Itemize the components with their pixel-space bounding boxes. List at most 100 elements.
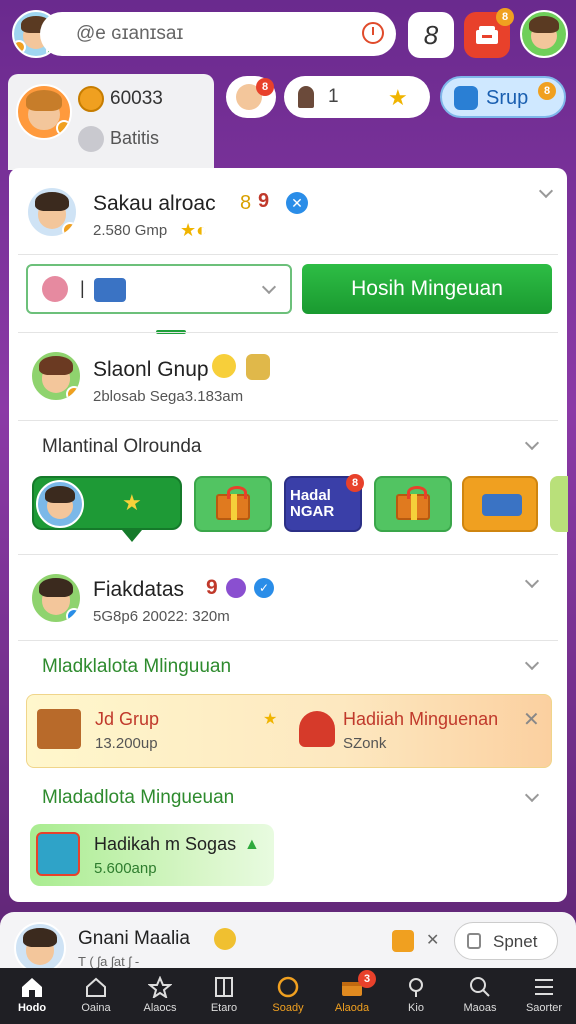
reward-title: Hadikah m Sogas xyxy=(94,834,237,854)
top-bar: @e ɢɪanɪsaɪ 8 8 xyxy=(0,0,576,68)
claim-weekly-button[interactable]: Hosih Mingeuan xyxy=(302,264,552,314)
item-dropdown[interactable]: | xyxy=(26,264,292,314)
nav-label: Saorter xyxy=(525,1002,563,1014)
bottom-nav: Hodo Oaina Alaocs Etaro Soady 3 Alaoda K… xyxy=(0,968,576,1024)
user1-name: Sakau alroac xyxy=(93,192,216,215)
thumb-icon: ▲ xyxy=(244,836,260,853)
claim-weekly-label: Hosih Mingeuan xyxy=(351,277,503,300)
notification-badge: 8 xyxy=(496,8,514,26)
coin-icon xyxy=(78,86,104,112)
gift-tile[interactable] xyxy=(462,476,538,532)
user1-level-num: 8 xyxy=(240,192,252,214)
promo-banner[interactable]: Jd Grup 13.200up ★ Hadiiah Minguenan SZo… xyxy=(26,694,552,768)
gift-selected-tile[interactable]: ★ xyxy=(32,476,182,542)
friends-chip-badge: 8 xyxy=(256,78,274,96)
account-initial: 8 xyxy=(423,19,439,50)
friends-chip[interactable]: 8 xyxy=(226,76,276,118)
gift-tile-text: Hadal NGAR xyxy=(290,487,335,520)
trophy-icon xyxy=(246,354,270,380)
sheet-send-label: Spnet xyxy=(493,932,538,951)
star-icon: ★ xyxy=(263,711,278,728)
pointer-icon xyxy=(122,530,142,542)
friend-avatar[interactable] xyxy=(520,10,568,58)
nav-ready[interactable]: Soady xyxy=(256,968,320,1024)
home-icon xyxy=(22,978,42,997)
star-icon: ★ xyxy=(122,490,142,515)
nav-maps[interactable]: Maoas xyxy=(448,968,512,1024)
coin-value: 60033 xyxy=(110,88,163,109)
house-outline-icon xyxy=(86,977,106,997)
section1-title: Mlantinal Olrounda xyxy=(42,436,202,457)
item-avatar-icon xyxy=(42,276,68,302)
group-chip[interactable]: Srup 8 xyxy=(440,76,566,118)
group-chip-label: Srup xyxy=(486,87,529,109)
star-outline-icon xyxy=(148,976,172,998)
user2-name: Slaonl Gnup xyxy=(93,358,209,381)
profile-card[interactable]: 60033 Batitis xyxy=(8,74,214,170)
chest-icon xyxy=(37,709,81,749)
gift-tile-badge: 8 xyxy=(346,474,364,492)
user3-level: 9 xyxy=(206,576,218,599)
user1-avatar[interactable] xyxy=(26,186,78,238)
promo-left-sub: 13.200up xyxy=(95,735,158,752)
gift-small-icon[interactable] xyxy=(392,930,414,952)
nav-kio[interactable]: Kio xyxy=(384,968,448,1024)
gift-avatar xyxy=(36,480,84,528)
user2-avatar[interactable] xyxy=(30,350,82,402)
divider xyxy=(18,254,558,255)
ticket-icon xyxy=(482,494,522,516)
history-icon[interactable] xyxy=(362,22,384,44)
divider xyxy=(18,332,558,333)
user3-sub: 5G8p6 20022: 320m xyxy=(93,608,230,625)
reward-card[interactable]: Hadikah m Sogas 5.600anp ▲ xyxy=(30,824,274,886)
close-icon[interactable]: ✕ xyxy=(523,707,540,732)
dismiss-icon[interactable]: ✕ xyxy=(426,930,439,950)
search-input[interactable]: @e ɢɪanɪsaɪ xyxy=(40,12,396,56)
reward-gift-icon xyxy=(36,832,80,876)
stars-icon: ★ xyxy=(388,85,408,110)
account-button[interactable]: 8 xyxy=(408,12,454,58)
user3-avatar[interactable] xyxy=(30,572,82,624)
nav-label: Kio xyxy=(408,1002,424,1014)
gift-tile-partial[interactable] xyxy=(550,476,568,532)
nav-games[interactable]: Oaina xyxy=(64,968,128,1024)
nav-home[interactable]: Hodo xyxy=(0,968,64,1024)
search-icon xyxy=(470,977,490,997)
gift-tile-hadal[interactable]: Hadal NGAR 8 xyxy=(284,474,364,532)
divider xyxy=(18,420,558,421)
nav-badge: 3 xyxy=(358,970,376,988)
sheet-send-button[interactable]: Spnet xyxy=(454,922,558,960)
gift-box-icon xyxy=(216,486,250,520)
coins-icon: ★◐ xyxy=(180,220,208,240)
nav-label: Etaro xyxy=(210,1002,238,1014)
bottom-sheet[interactable]: Gnani Maalia T ( ʃa ʃat ʃ - ✕ Spnet xyxy=(0,912,576,974)
medal-icon xyxy=(226,578,246,598)
group-chip-badge: 8 xyxy=(538,82,556,100)
nav-label: Hodo xyxy=(17,1002,47,1014)
gift-box-icon xyxy=(396,486,430,520)
sheet-coin-icon xyxy=(214,928,236,950)
bag-icon xyxy=(94,278,126,302)
promo-right-sub: SZonk xyxy=(343,735,387,752)
nav-label: Alaocs xyxy=(143,1002,177,1014)
profile-label: Batitis xyxy=(110,128,160,148)
nav-rewards[interactable]: 3 Alaoda xyxy=(320,968,384,1024)
promo-left-title: Jd Grup xyxy=(95,709,160,729)
dropdown-chevron-icon xyxy=(261,279,277,295)
nav-store[interactable]: Etaro xyxy=(192,968,256,1024)
pin-icon xyxy=(409,978,423,997)
sheet-sub: T ( ʃa ʃat ʃ - xyxy=(78,954,140,969)
players-chip[interactable]: 1 ★ xyxy=(284,76,430,118)
verified-icon: ✕ xyxy=(286,192,308,214)
nav-label: Maoas xyxy=(463,1002,497,1014)
store-button[interactable]: 8 xyxy=(464,8,514,58)
nav-settings[interactable]: Saorter xyxy=(512,968,576,1024)
search-circle-icon xyxy=(277,976,299,998)
gift-tile[interactable] xyxy=(374,476,452,532)
players-count: 1 xyxy=(328,86,339,107)
profile-avatar xyxy=(16,84,72,140)
nav-albums[interactable]: Alaocs xyxy=(128,968,192,1024)
divider xyxy=(18,554,558,555)
sheet-name: Gnani Maalia xyxy=(78,928,190,949)
gift-tile[interactable] xyxy=(194,476,272,532)
